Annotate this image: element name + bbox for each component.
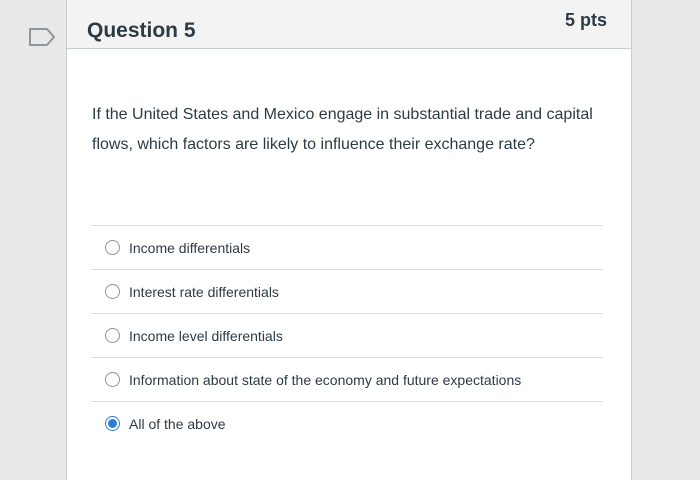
answer-label: All of the above (129, 415, 226, 432)
question-title: Question 5 (87, 19, 196, 42)
radio-button[interactable] (105, 240, 120, 255)
question-card: Question 5 5 pts If the United States an… (66, 0, 632, 480)
flag-question-icon[interactable] (28, 27, 56, 47)
radio-button[interactable] (105, 284, 120, 299)
answer-option[interactable]: Income differentials (91, 225, 603, 269)
radio-button[interactable] (105, 372, 120, 387)
answer-label: Interest rate differentials (129, 283, 279, 300)
answer-label: Income differentials (129, 239, 251, 256)
radio-button-selected[interactable] (105, 416, 120, 431)
answer-option[interactable]: All of the above (91, 401, 603, 445)
answer-option[interactable]: Interest rate differentials (91, 269, 603, 313)
question-points: 5 pts (564, 10, 607, 30)
question-header: Question 5 5 pts (67, 0, 631, 49)
radio-button[interactable] (105, 328, 120, 343)
question-text: If the United States and Mexico engage i… (92, 106, 593, 153)
answer-label: Information about state of the economy a… (129, 371, 522, 388)
answer-option[interactable]: Income level differentials (91, 313, 603, 357)
answer-option[interactable]: Information about state of the economy a… (91, 357, 603, 401)
answer-list: Income differentials Interest rate diffe… (91, 225, 603, 445)
answer-label: Income level differentials (129, 327, 283, 344)
